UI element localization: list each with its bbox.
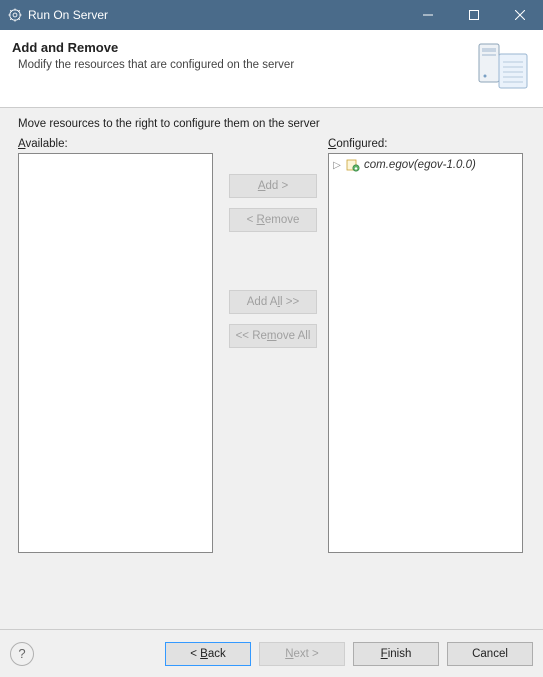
add-button[interactable]: Add >	[229, 174, 317, 198]
app-icon	[8, 8, 22, 22]
expand-arrow-icon[interactable]: ▷	[332, 160, 342, 171]
minimize-button[interactable]	[405, 0, 451, 30]
cancel-button[interactable]: Cancel	[447, 642, 533, 666]
wizard-footer: ? < Back Next > Finish Cancel	[0, 629, 543, 677]
available-list[interactable]	[18, 153, 213, 553]
configured-label: Configured:	[328, 138, 525, 150]
back-button[interactable]: < Back	[165, 642, 251, 666]
add-all-button[interactable]: Add All >>	[229, 290, 317, 314]
next-button[interactable]: Next >	[259, 642, 345, 666]
window-titlebar: Run On Server	[0, 0, 543, 30]
configured-item-label: com.egov(egov-1.0.0)	[364, 159, 476, 171]
page-subtitle: Modify the resources that are configured…	[12, 59, 465, 71]
server-banner-icon	[475, 40, 531, 95]
wizard-header: Add and Remove Modify the resources that…	[0, 30, 543, 108]
configured-item[interactable]: ▷ com.egov(egov-1.0.0)	[332, 157, 519, 173]
window-title: Run On Server	[28, 8, 405, 22]
help-icon[interactable]: ?	[10, 642, 34, 666]
page-title: Add and Remove	[12, 40, 465, 55]
configured-list[interactable]: ▷ com.egov(egov-1.0.0)	[328, 153, 523, 553]
available-label: Available:	[18, 138, 218, 150]
instruction-text: Move resources to the right to configure…	[18, 118, 525, 130]
maximize-button[interactable]	[451, 0, 497, 30]
finish-button[interactable]: Finish	[353, 642, 439, 666]
remove-button[interactable]: < Remove	[229, 208, 317, 232]
remove-all-button[interactable]: << Remove All	[229, 324, 317, 348]
module-icon	[346, 158, 360, 172]
close-button[interactable]	[497, 0, 543, 30]
